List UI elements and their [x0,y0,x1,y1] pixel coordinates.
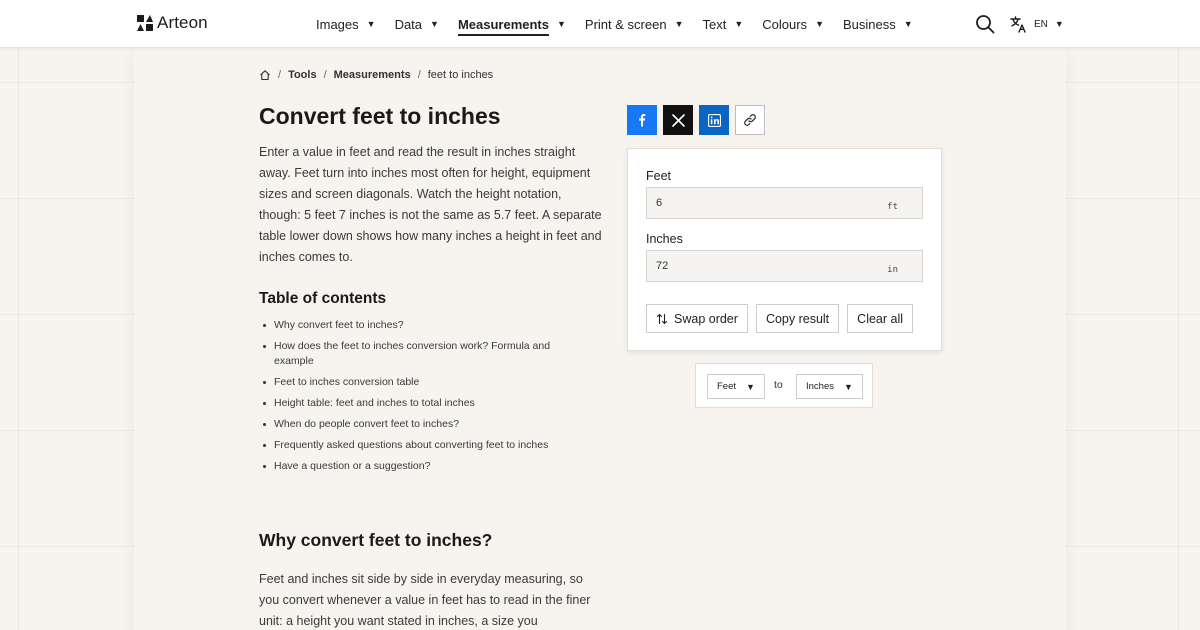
caret-down-icon: ▼ [903,19,913,29]
breadcrumb-current: feet to inches [427,69,494,81]
inches-field: in [646,250,923,282]
nav-label: Business [842,16,896,32]
main-nav: Images ▼ Data ▼ Measurements ▼ Print & s… [316,0,932,48]
section-body: Feet and inches sit side by side in ever… [259,572,591,628]
toc-title: Table of contents [259,290,387,307]
to-unit-value: Inches [806,381,834,392]
feet-input[interactable] [647,188,877,218]
copy-link-button[interactable] [735,105,765,135]
caret-down-icon: ▼ [815,19,824,29]
breadcrumb-measurements[interactable]: Measurements [334,69,411,81]
caret-down-icon: ▼ [746,381,755,392]
feet-field: ft [646,187,923,219]
unit-connector: to [774,379,783,391]
toc-item[interactable]: Feet to inches conversion table [263,375,574,390]
caret-down-icon: ▼ [674,19,684,29]
home-icon[interactable] [259,69,271,81]
toc-item[interactable]: Have a question or a suggestion? [263,459,574,474]
caret-down-icon: ▼ [1054,19,1064,29]
inches-label: Inches [646,232,683,246]
clear-all-button[interactable]: Clear all [847,304,914,333]
toc-item[interactable]: Height table: feet and inches to total i… [263,396,574,411]
share-linkedin-button[interactable] [699,105,729,135]
from-unit-select[interactable]: Feet ▼ [707,374,765,399]
from-unit-value: Feet [717,381,737,392]
clear-all-label: Clear all [857,311,904,326]
converter-card: Feet ft Inches in Swap order Copy result… [627,148,942,351]
caret-down-icon: ▼ [366,19,376,29]
share-facebook-button[interactable] [627,105,657,135]
link-icon [744,114,756,126]
translate-icon [1010,15,1026,33]
caret-down-icon: ▼ [734,19,744,29]
copy-result-button[interactable]: Copy result [755,304,840,333]
nav-item-measurements[interactable]: Measurements ▼ [457,0,566,48]
breadcrumb-separator: / [278,69,282,81]
nav-item-images[interactable]: Images ▼ [316,0,376,48]
to-unit-select[interactable]: Inches ▼ [796,374,863,399]
nav-label: Images [316,16,359,32]
breadcrumb-separator: / [323,69,327,81]
search-icon[interactable] [975,14,995,34]
converter-actions: Swap order Copy result Clear all [646,304,914,333]
brand-logo-icon [137,15,153,31]
nav-label: Measurements [457,17,549,36]
feet-unit: ft [887,202,898,212]
caret-down-icon: ▼ [557,19,566,29]
linkedin-icon [707,113,721,127]
caret-down-icon: ▼ [844,381,853,392]
site-header: Arteon Images ▼ Data ▼ Measurements ▼ Pr… [0,0,1200,48]
nav-item-data[interactable]: Data ▼ [395,0,439,48]
inches-input[interactable] [647,251,877,281]
nav-label: Text [702,16,727,32]
unit-picker: Feet ▼ to Inches ▼ [695,363,873,408]
nav-label: Print & screen [584,16,667,32]
intro-text: Enter a value in feet and read the resul… [259,145,602,264]
copy-result-label: Copy result [765,311,830,326]
toc-item[interactable]: Frequently asked questions about convert… [263,438,574,453]
swap-order-label: Swap order [674,311,738,326]
breadcrumb: / Tools / Measurements / feet to inches [259,69,493,81]
nav-label: Colours [762,16,808,32]
brand-logo[interactable]: Arteon [137,13,208,33]
nav-item-colours[interactable]: Colours ▼ [762,0,824,48]
x-icon [671,113,685,127]
nav-item-business[interactable]: Business ▼ [843,0,913,48]
breadcrumb-tools[interactable]: Tools [288,69,317,81]
facebook-icon [639,114,646,127]
feet-label: Feet [646,169,672,183]
page-title: Convert feet to inches [259,103,501,129]
swap-order-button[interactable]: Swap order [646,304,748,333]
toc-item[interactable]: Why convert feet to inches? [263,318,574,333]
share-x-button[interactable] [663,105,693,135]
language-selector[interactable]: EN ▼ [1010,15,1064,33]
section-title: Why convert feet to inches? [259,530,493,550]
nav-item-text[interactable]: Text ▼ [703,0,744,48]
swap-vertical-icon [656,313,668,324]
brand-name: Arteon [157,13,208,32]
inches-unit: in [887,265,898,275]
share-buttons [627,105,765,135]
toc-item[interactable]: When do people convert feet to inches? [263,417,574,432]
table-of-contents: Why convert feet to inches? How does the… [263,318,574,480]
nav-item-print-screen[interactable]: Print & screen ▼ [585,0,684,48]
caret-down-icon: ▼ [430,19,439,29]
language-code: EN [1034,18,1048,30]
nav-label: Data [394,16,423,32]
breadcrumb-separator: / [417,69,421,81]
toc-item[interactable]: How does the feet to inches conversion w… [263,339,574,369]
